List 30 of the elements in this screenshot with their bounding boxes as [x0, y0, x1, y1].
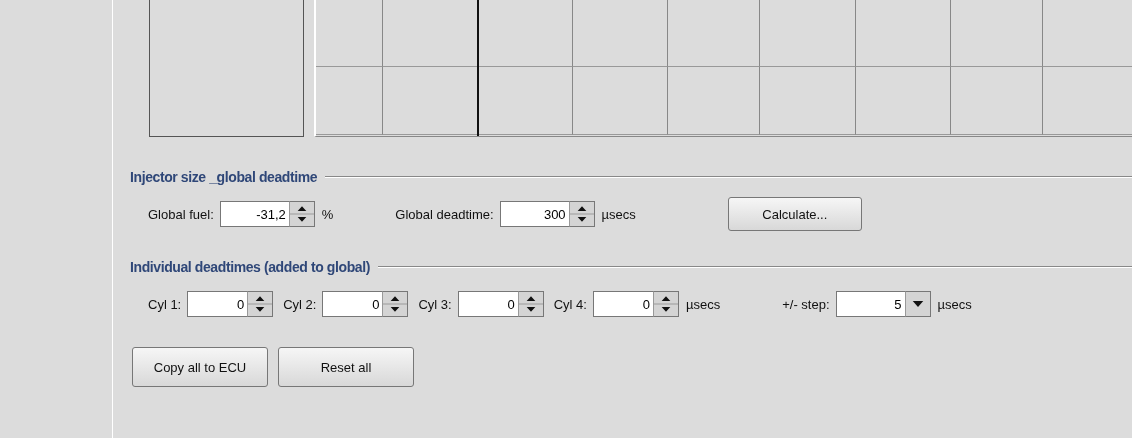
spin-arrows-icon[interactable]	[383, 291, 409, 317]
spin-field[interactable]: 0	[322, 291, 384, 317]
copy-button[interactable]: Copy all to ECU	[132, 347, 268, 387]
field-label: Cyl 3:	[418, 296, 452, 312]
unit-label: %	[321, 206, 334, 222]
spin-field[interactable]: -31,2	[219, 201, 290, 227]
field-label: Global fuel:	[148, 206, 214, 222]
spin-arrows-icon[interactable]	[569, 201, 595, 227]
spin-field[interactable]: 0	[187, 291, 249, 317]
field-label: Cyl 1:	[148, 296, 182, 312]
spin-arrows-icon[interactable]	[653, 291, 679, 317]
unit-label: µsecs	[601, 206, 636, 222]
calculate-button[interactable]: Calculate...	[727, 197, 862, 231]
spin-arrows-icon[interactable]	[518, 291, 544, 317]
field-label: Cyl 4:	[553, 296, 587, 312]
caret-icon[interactable]	[905, 291, 931, 317]
field-label: +/- step:	[782, 296, 830, 312]
section-title: Injector size _global deadtime	[130, 169, 318, 185]
spin-field[interactable]: 0	[457, 291, 519, 317]
spin-arrows-icon[interactable]	[289, 201, 315, 227]
field-label: Global deadtime:	[395, 206, 494, 222]
field-label: Cyl 2:	[283, 296, 317, 312]
section-title: Individual deadtimes (added to global)	[130, 259, 370, 275]
reset-button[interactable]: Reset all	[278, 347, 414, 387]
spin-field[interactable]: 300	[499, 201, 570, 227]
spin-arrows-icon[interactable]	[248, 291, 274, 317]
unit-label: µsecs	[937, 296, 972, 312]
spin-field[interactable]: 0	[592, 291, 654, 317]
dropdown-field[interactable]: 5	[835, 291, 906, 317]
unit-label: µsecs	[685, 296, 721, 312]
